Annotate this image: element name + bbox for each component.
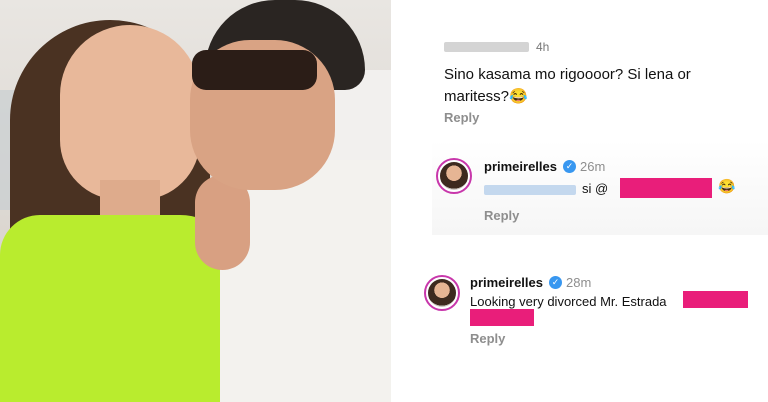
comment-timestamp: 28m bbox=[566, 275, 592, 290]
comment-timestamp: 4h bbox=[536, 40, 550, 54]
reply-comment-1: primeirelles ✓ 26m si @ 😂 Reply bbox=[432, 140, 768, 235]
avatar[interactable] bbox=[436, 158, 472, 194]
avatar[interactable] bbox=[424, 275, 460, 311]
redaction-bar bbox=[683, 291, 748, 308]
redaction-bar bbox=[620, 178, 712, 198]
comment-timestamp: 26m bbox=[580, 159, 606, 174]
reply-button[interactable]: Reply bbox=[470, 331, 505, 346]
comment-body: Sino kasama mo rigoooor? Si lena or mari… bbox=[444, 66, 691, 105]
avatar-image bbox=[428, 279, 456, 307]
couple-photo bbox=[0, 0, 391, 402]
comments-panel: 4h Sino kasama mo rigoooor? Si lena or m… bbox=[400, 0, 768, 402]
blurred-mention bbox=[484, 185, 576, 195]
comment-username[interactable]: primeirelles bbox=[470, 275, 543, 290]
redaction-bar bbox=[470, 309, 534, 326]
reply-button[interactable]: Reply bbox=[484, 208, 519, 223]
comment-body: Looking very divorced Mr. Estrada bbox=[470, 294, 667, 309]
laughing-emoji-icon: 😂 bbox=[718, 178, 736, 194]
verified-badge-icon: ✓ bbox=[549, 276, 562, 289]
comment-username[interactable]: primeirelles bbox=[484, 159, 557, 174]
woman-face bbox=[60, 25, 200, 200]
avatar-image bbox=[440, 162, 468, 190]
blurred-username bbox=[444, 42, 529, 52]
man-sunglasses bbox=[192, 50, 317, 90]
verified-badge-icon: ✓ bbox=[563, 160, 576, 173]
comment-body: si @ bbox=[582, 181, 609, 196]
laughing-emoji-icon: 😂 bbox=[509, 88, 528, 105]
comment-text: Sino kasama mo rigoooor? Si lena or mari… bbox=[444, 64, 754, 108]
reply-button[interactable]: Reply bbox=[444, 110, 479, 125]
